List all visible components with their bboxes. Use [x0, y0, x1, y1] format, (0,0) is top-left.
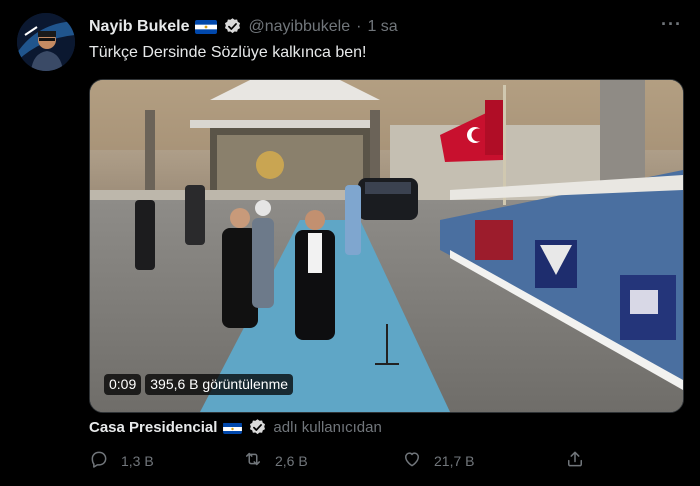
like-button[interactable]: 21,7 B	[402, 449, 474, 472]
video-duration: 0:09	[104, 374, 142, 395]
video-frame	[90, 80, 683, 412]
source-account-name[interactable]: Casa Presidencial	[89, 419, 217, 436]
avatar[interactable]	[17, 13, 75, 71]
retweet-button[interactable]: 2,6 B	[243, 449, 308, 472]
tweet-timestamp[interactable]: 1 sa	[367, 18, 397, 36]
video-view-count: 395,6 B görüntülenme	[145, 374, 294, 395]
reply-button[interactable]: 1,3 B	[89, 449, 154, 472]
tweet-text: Türkçe Dersinde Sözlüye kalkınca ben!	[89, 44, 367, 61]
user-handle[interactable]: @nayibbukele	[248, 18, 350, 36]
separator-dot: ·	[356, 17, 362, 35]
source-suffix: adlı kullanıcıdan	[273, 419, 382, 436]
el-salvador-flag-icon	[195, 19, 218, 34]
verified-badge-icon	[223, 17, 242, 36]
tweet-actions: 1,3 B 2,6 B 21,7 B	[0, 449, 700, 477]
like-count: 21,7 B	[434, 452, 475, 469]
verified-badge-icon	[248, 418, 267, 437]
video-info-badge: 0:09 395,6 B görüntülenme	[104, 374, 294, 395]
reply-icon	[89, 449, 109, 472]
display-name[interactable]: Nayib Bukele	[89, 18, 189, 36]
media-source: Casa Presidencial adlı kullanıcıdan	[89, 418, 382, 437]
video-player[interactable]	[89, 79, 684, 413]
retweet-icon	[243, 449, 263, 472]
heart-icon	[402, 449, 422, 472]
more-options-icon[interactable]: ···	[661, 14, 682, 35]
share-button[interactable]	[565, 449, 585, 472]
share-icon	[565, 449, 585, 472]
retweet-count: 2,6 B	[275, 452, 308, 469]
el-salvador-flag-icon	[223, 422, 243, 434]
reply-count: 1,3 B	[121, 452, 154, 469]
tweet-header: Nayib Bukele @nayibbukele · 1 sa	[89, 17, 398, 36]
